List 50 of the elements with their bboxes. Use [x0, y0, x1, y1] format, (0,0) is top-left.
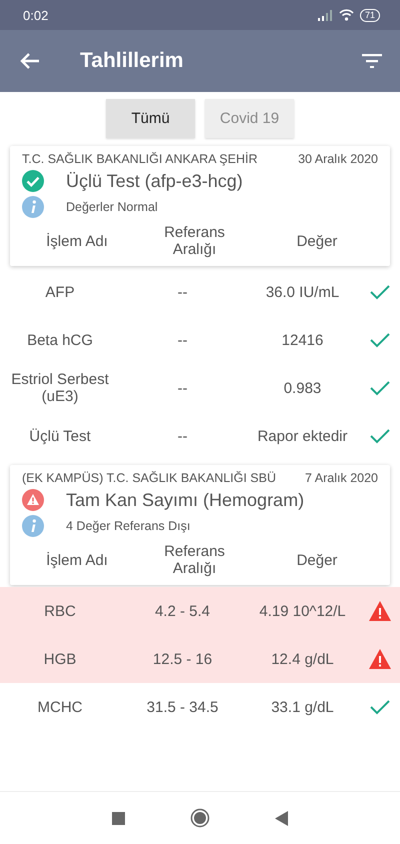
- test-name: Üçlü Test (afp-e3-hcg): [66, 170, 243, 192]
- home-button[interactable]: [190, 808, 210, 828]
- reference-range: 31.5 - 34.5: [146, 698, 220, 716]
- test-value: 4.19 10^12/L: [258, 602, 347, 620]
- test-value: Rapor ektedir: [256, 428, 349, 444]
- result-date: 30 Aralık 2020: [298, 152, 378, 166]
- test-value: 33.1 g/dL: [270, 698, 335, 716]
- clock: 0:02: [23, 8, 50, 22]
- back-nav-button[interactable]: [275, 810, 288, 826]
- filter-button[interactable]: [362, 54, 382, 68]
- test-value: 12416: [280, 332, 324, 348]
- reference-range: --: [176, 332, 188, 348]
- column-header: Referans Aralığı: [163, 543, 226, 577]
- result-summary: Değerler Normal: [66, 200, 158, 214]
- test-item-name: Üçlü Test: [28, 428, 92, 444]
- column-header: Referans Aralığı: [163, 224, 226, 258]
- test-name: Tam Kan Sayımı (Hemogram): [66, 490, 304, 510]
- wifi-icon: [338, 9, 354, 21]
- hospital-name: T.C. SAĞLIK BAKANLIĞI ANKARA ŞEHİR: [22, 152, 258, 166]
- column-header: İşlem Adı: [46, 232, 108, 250]
- test-item-name: AFP: [44, 284, 76, 300]
- test-value: 36.0 IU/mL: [264, 284, 340, 300]
- test-item-name: RBC: [43, 602, 77, 620]
- reference-range: --: [176, 380, 188, 396]
- column-header: Değer: [296, 232, 338, 250]
- reference-range: 4.2 - 5.4: [154, 602, 212, 620]
- filter-tab[interactable]: Tümü: [106, 99, 195, 138]
- reference-range: 12.5 - 16: [152, 650, 214, 668]
- info-icon: [22, 515, 44, 537]
- test-item-name: Beta hCG: [26, 332, 94, 348]
- test-item-name: HGB: [42, 650, 78, 668]
- reference-range: --: [176, 428, 188, 444]
- column-header: Değer: [296, 552, 338, 568]
- test-value: 0.983: [282, 380, 322, 396]
- recents-button[interactable]: [112, 812, 125, 824]
- back-button[interactable]: [20, 52, 40, 70]
- result-date: 7 Aralık 2020: [305, 471, 378, 485]
- battery-level: 71: [360, 8, 380, 22]
- column-header: İşlem Adı: [46, 552, 108, 568]
- reference-range: --: [176, 284, 188, 300]
- test-item-name: MCHC: [36, 698, 84, 716]
- hospital-name: (EK KAMPÜS) T.C. SAĞLIK BAKANLIĞI SBÜ: [22, 471, 276, 485]
- test-value: 12.4 g/dL: [270, 650, 335, 668]
- result-summary: 4 Değer Referans Dışı: [66, 519, 190, 533]
- result-card[interactable]: T.C. SAĞLIK BAKANLIĞI ANKARA ŞEHİR 30 Aralık 2020 Üçlü Test (afp-e3-hcg) Değerler Normal İşlem Adı Referans Aralığı Değer: [10, 146, 390, 266]
- screen-title: Tahlillerim: [80, 49, 184, 73]
- info-icon: [22, 196, 44, 218]
- signal-icon: [318, 10, 333, 20]
- result-card[interactable]: (EK KAMPÜS) T.C. SAĞLIK BAKANLIĞI SBÜ 7 Aralık 2020 Tam Kan Sayımı (Hemogram) 4 Değer Referans Dışı İşlem Adı Referans Aralığı Değer: [10, 465, 390, 585]
- test-item-name: Estriol Serbest (uE3): [10, 371, 110, 405]
